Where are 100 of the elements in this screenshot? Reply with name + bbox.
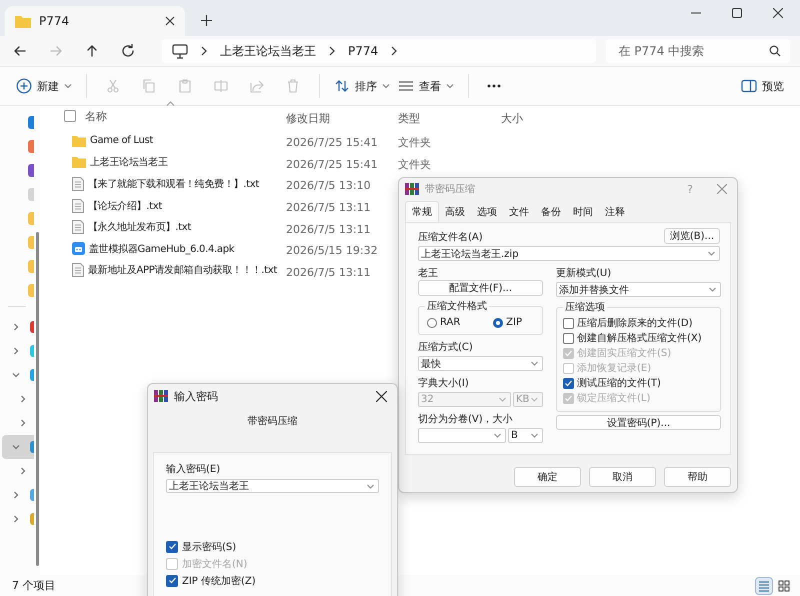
preview-button[interactable]: 预览 [737, 74, 788, 98]
dialog-tab[interactable]: 高级 [439, 202, 471, 222]
chevron-icon[interactable] [200, 46, 208, 56]
dialog-tab[interactable]: 选项 [471, 202, 503, 222]
caret-icon [531, 433, 538, 438]
tab-title: P774 [39, 14, 70, 28]
window-tab[interactable]: P774 [5, 6, 185, 36]
checkbox[interactable] [166, 574, 178, 586]
file-name[interactable]: Game of Lust [90, 135, 154, 146]
option-checkbox[interactable]: 压缩后删除原来的文件(D) [563, 316, 714, 330]
column-header[interactable]: 类型 [398, 112, 420, 124]
dialog-heading: 带密码压缩 [248, 416, 298, 427]
chevron-icon[interactable] [19, 395, 27, 403]
checkbox[interactable] [166, 540, 178, 552]
address-bar[interactable]: 上老王论坛当老王 P774 [162, 39, 596, 63]
format-radio[interactable]: ZIP [493, 317, 522, 328]
option-checkbox[interactable]: 创建自解压格式压缩文件(X) [563, 331, 714, 345]
caret-icon [499, 397, 506, 402]
column-header[interactable]: 修改日期 [286, 112, 330, 124]
dialog-title: 输入密码 [174, 388, 218, 404]
file-name[interactable]: 最新地址及APP请发邮箱自动获取！！！.txt [88, 263, 277, 278]
chevron-icon[interactable] [19, 419, 27, 427]
more-icon[interactable] [487, 84, 501, 88]
browse-button[interactable]: 浏览(B)... [664, 228, 720, 244]
archive-name-dropdown[interactable]: 上老王论坛当老王.zip [418, 246, 720, 261]
method-dropdown[interactable]: 最快 [418, 356, 543, 371]
radio-circle[interactable] [427, 318, 437, 328]
books-icon [405, 183, 419, 195]
radio-circle[interactable] [493, 318, 504, 328]
update-mode-dropdown[interactable]: 添加并替换文件 [556, 282, 721, 297]
caret-icon [64, 83, 72, 89]
plus-icon[interactable] [201, 15, 212, 26]
file-type: 文件夹 [398, 158, 431, 171]
close-icon[interactable] [773, 8, 783, 18]
chevron-icon[interactable] [12, 515, 20, 523]
dialog-tab[interactable]: 常规 [405, 201, 439, 222]
chevron-icon[interactable] [19, 467, 27, 475]
new-button[interactable]: 新建 [12, 74, 76, 98]
chevron-icon[interactable] [12, 371, 20, 379]
format-radio[interactable]: RAR [427, 317, 460, 328]
selected-tree-item[interactable] [2, 435, 34, 459]
search-field[interactable]: 在 P774 中搜索 [606, 39, 790, 63]
document-icon [72, 220, 84, 234]
dialog-button[interactable]: 取消 [589, 467, 656, 487]
caret-icon [446, 83, 454, 89]
modified-date: 2026/7/5 13:10 [286, 179, 371, 192]
caret-icon [709, 287, 716, 292]
unit-dropdown[interactable]: B [508, 428, 543, 443]
password-dropdown[interactable]: 上老王论坛当老王 [166, 479, 379, 493]
dialog-button[interactable]: 帮助 [664, 467, 731, 487]
details-view-button[interactable] [756, 578, 772, 594]
dialog-tab[interactable]: 时间 [567, 202, 599, 222]
file-name[interactable]: 上老王论坛当老王 [90, 155, 168, 170]
file-name[interactable]: 【永久地址发布页】.txt [88, 220, 192, 234]
profiles-button[interactable]: 配置文件(F)... [418, 280, 543, 296]
search-icon [769, 45, 781, 57]
group-label: 压缩选项 [563, 301, 607, 314]
sidebar-item-icon[interactable] [28, 164, 34, 176]
document-icon [72, 263, 84, 278]
sort-icon [334, 78, 350, 94]
refresh-icon[interactable] [120, 43, 136, 59]
select-all-checkbox[interactable] [64, 110, 76, 122]
sidebar-item-icon[interactable] [28, 140, 34, 152]
file-name[interactable]: 【论坛介绍】.txt [88, 198, 162, 213]
close-icon[interactable] [376, 390, 387, 402]
scrollbar[interactable] [36, 232, 38, 566]
close-icon[interactable] [165, 16, 175, 26]
file-name[interactable]: 盖世模拟器GameHub_6.0.4.apk [89, 242, 234, 256]
column-header[interactable]: 大小 [501, 112, 523, 124]
chevron-icon[interactable] [12, 347, 20, 355]
breadcrumb[interactable]: 上老王论坛当老王 [220, 42, 316, 60]
option-checkbox[interactable]: ZIP 传统加密(Z) [166, 573, 379, 588]
maximize-icon[interactable] [732, 8, 742, 18]
dialog-tab[interactable]: 备份 [535, 202, 567, 222]
file-name[interactable]: 【来了就能下载和观看！纯免费！】.txt [88, 176, 259, 191]
chevron-icon[interactable] [12, 323, 20, 331]
folder-icon [72, 156, 86, 168]
chevron-icon[interactable] [390, 46, 398, 56]
chevron-icon[interactable] [328, 46, 336, 56]
option-checkbox[interactable]: 显示密码(S) [166, 539, 379, 554]
checkbox[interactable] [563, 332, 574, 344]
breadcrumb[interactable]: P774 [348, 44, 378, 58]
column-header[interactable]: 名称 [85, 108, 107, 124]
modified-date: 2026/5/15 19:32 [286, 244, 378, 258]
group-label: 压缩文件格式 [425, 300, 489, 313]
dialog-tab[interactable]: 文件 [503, 202, 535, 222]
tiles-view-button[interactable] [776, 578, 792, 594]
view-button[interactable]: 查看 [394, 74, 458, 98]
item-count: 7 个项目 [12, 578, 56, 593]
checkbox[interactable] [563, 378, 574, 388]
document-icon [72, 176, 84, 191]
set-password-button[interactable]: 设置密码(P)... [556, 415, 721, 430]
dialog-button[interactable]: 确定 [514, 467, 581, 487]
dialog-tab[interactable]: 注释 [599, 202, 631, 222]
checkbox[interactable] [563, 318, 574, 328]
sidebar-item-icon[interactable] [28, 116, 34, 128]
chevron-icon[interactable] [12, 491, 20, 499]
caret-icon [382, 83, 390, 89]
option-checkbox[interactable]: 测试压缩的文件(T) [563, 376, 714, 390]
sort-button[interactable]: 排序 [330, 74, 394, 98]
